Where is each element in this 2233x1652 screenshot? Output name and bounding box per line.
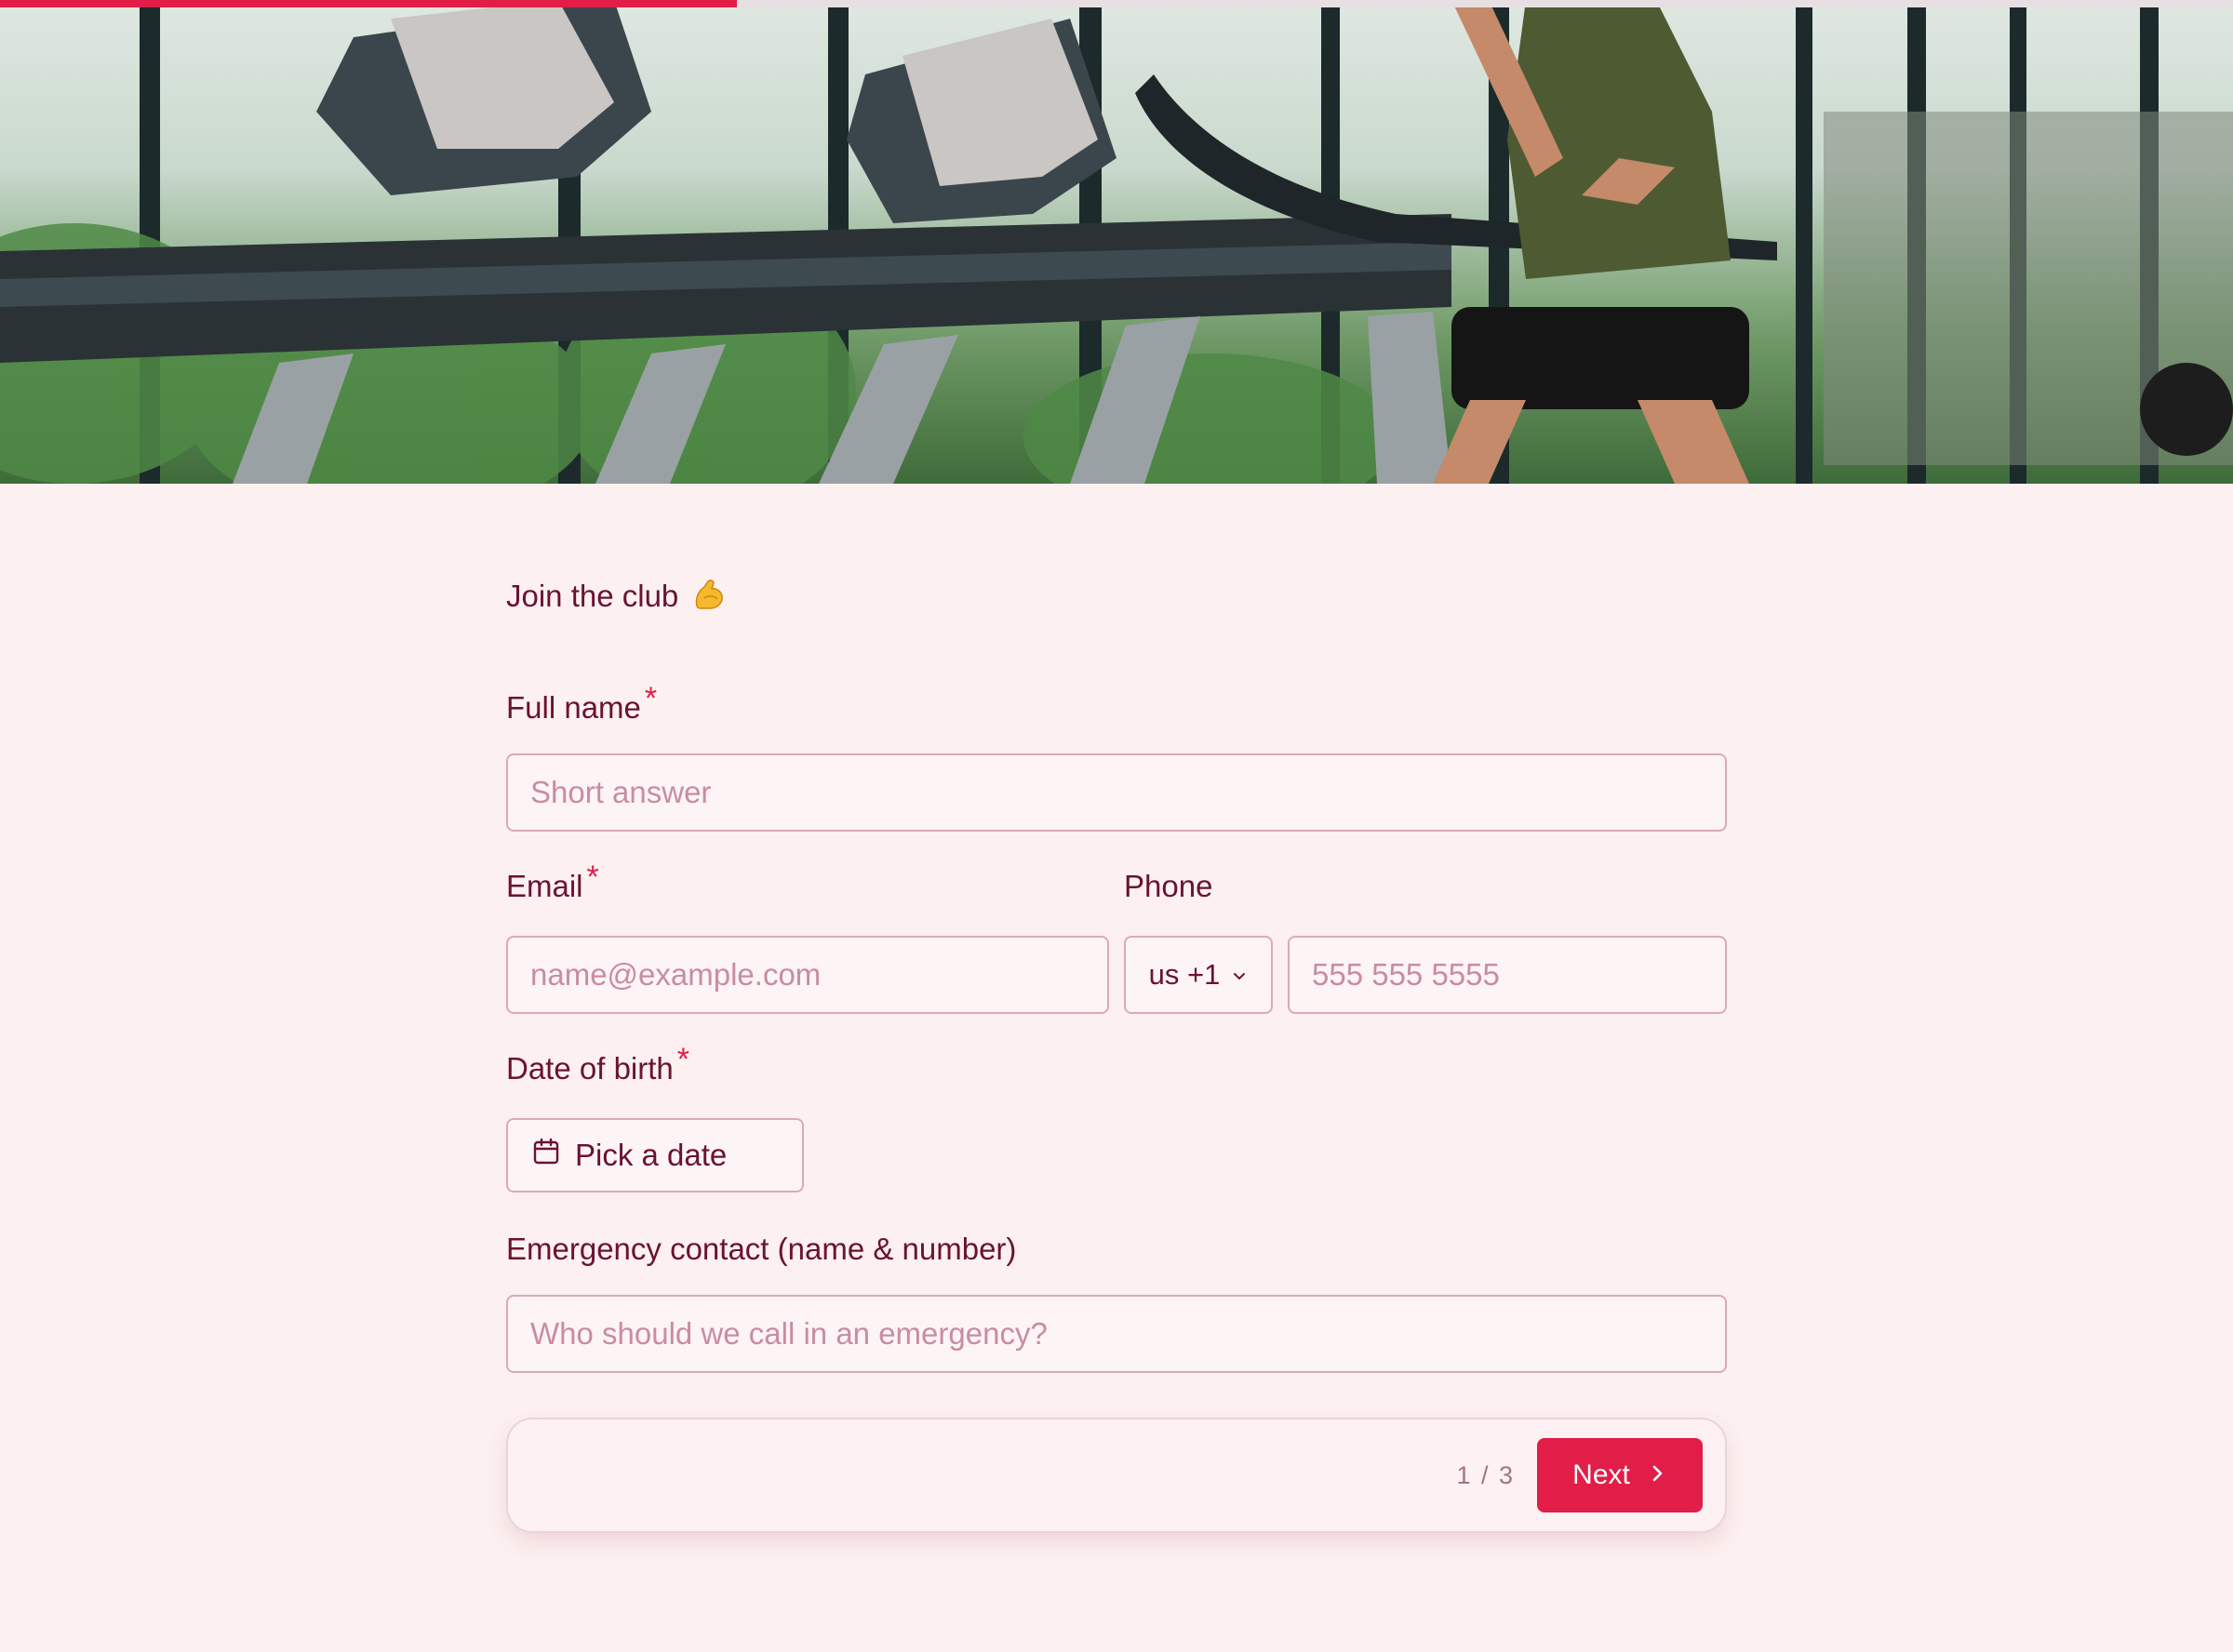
date-picker-label: Pick a date [575,1138,728,1172]
chevron-right-icon [1649,1459,1667,1491]
flexed-biceps-icon [691,578,727,613]
dob-label-text: Date of birth [506,1051,674,1086]
full-name-label: Full name * [506,683,1727,725]
hero-image [0,0,2233,484]
progress-bar-fill [0,0,737,7]
full-name-input[interactable] [506,753,1727,832]
required-asterisk: * [644,681,658,716]
dob-group: Date of birth * Pick a date [506,1044,1727,1192]
emergency-contact-label-text: Emergency contact (name & number) [506,1232,1017,1266]
dob-label: Date of birth * [506,1044,1727,1086]
form-title: Join the club [506,577,1727,614]
full-name-group: Full name * [506,683,1727,832]
email-label-text: Email [506,869,583,903]
full-name-label-text: Full name [506,690,641,725]
calendar-icon [532,1138,560,1173]
chevron-down-icon [1231,958,1248,992]
email-input[interactable] [506,936,1109,1014]
email-group: Email * [506,861,1109,1014]
phone-label-text: Phone [1124,869,1213,903]
emergency-contact-group: Emergency contact (name & number) [506,1233,1727,1373]
form-navigation-bar: 1 / 3 Next [506,1418,1727,1533]
required-asterisk: * [676,1042,689,1077]
form-title-text: Join the club [506,578,679,613]
email-label: Email * [506,861,1109,903]
progress-bar [0,0,2233,7]
phone-input[interactable] [1288,936,1727,1014]
country-code-select[interactable]: us +1 [1124,936,1273,1014]
emergency-contact-label: Emergency contact (name & number) [506,1233,1727,1264]
treadmill-illustration [0,0,2233,484]
country-code-value: us +1 [1148,958,1221,991]
phone-label: Phone [1124,871,1727,901]
phone-group: Phone us +1 [1124,871,1727,1014]
next-button-label: Next [1572,1459,1630,1490]
emergency-contact-input[interactable] [506,1295,1727,1373]
date-picker-button[interactable]: Pick a date [506,1118,804,1192]
signup-form: Join the club Full name * Email * Phone [506,577,1727,1533]
next-button[interactable]: Next [1537,1438,1703,1512]
page-indicator: 1 / 3 [1456,1460,1515,1489]
required-asterisk: * [586,859,599,895]
